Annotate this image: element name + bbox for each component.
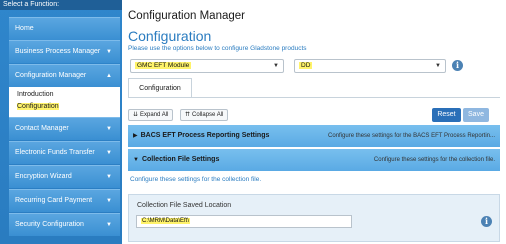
section-title: Configuration <box>128 28 212 44</box>
collapse-icon: ⇈ <box>185 112 191 118</box>
collapse-all-label: Collapse All <box>192 112 224 118</box>
sidebar: Select a Function: Home Business Process… <box>0 0 122 244</box>
panel-title: Collection File Settings <box>141 156 220 163</box>
chevron-down-icon: ▼ <box>106 126 112 132</box>
panel-title-wrap: ▼ Collection File Settings <box>133 149 219 171</box>
collapse-all-button[interactable]: ⇈ Collapse All <box>180 109 229 121</box>
chevron-down-icon: ▼ <box>133 157 139 163</box>
field-value: C:\MRM\Data\Eft\ <box>141 218 191 224</box>
module-select[interactable]: GMC EFT Module ▼ <box>130 59 284 73</box>
chevron-down-icon: ▼ <box>106 198 112 204</box>
chevron-down-icon: ▼ <box>106 150 112 156</box>
panel-title-wrap: ▶ BACS EFT Process Reporting Settings <box>133 125 269 147</box>
sidebar-item-encryption-wizard[interactable]: Encryption Wizard ▼ <box>9 165 120 188</box>
sidebar-item-label: Business Process Manager <box>15 48 101 55</box>
sidebar-item-configuration-manager[interactable]: Configuration Manager ▲ <box>9 64 120 87</box>
page-title: Configuration Manager <box>128 10 245 22</box>
panel-collection-file-settings[interactable]: ▼ Collection File Settings Configure thes… <box>128 149 500 171</box>
panel-bacs-eft-reporting[interactable]: ▶ BACS EFT Process Reporting Settings Con… <box>128 125 500 147</box>
type-select-value: DD <box>299 62 313 69</box>
expand-icon: ⇊ <box>133 112 139 118</box>
chevron-down-icon: ▼ <box>106 222 112 228</box>
sidebar-item-label: Encryption Wizard <box>15 173 72 180</box>
sidebar-item-home[interactable]: Home <box>9 17 120 40</box>
chevron-up-icon: ▲ <box>106 73 112 79</box>
sidebar-subitem-configuration[interactable]: Configuration <box>9 101 120 113</box>
expand-all-button[interactable]: ⇊ Expand All <box>128 109 174 121</box>
sidebar-item-recurring-card-payment[interactable]: Recurring Card Payment ▼ <box>9 189 120 212</box>
panel-body-text: Configure these settings for the collect… <box>130 176 262 183</box>
sidebar-item-label: Home <box>15 25 34 32</box>
collection-file-location-group: Collection File Saved Location C:\MRM\Da… <box>128 194 500 242</box>
info-icon[interactable]: i <box>452 60 463 71</box>
type-select[interactable]: DD ▼ <box>294 59 446 73</box>
chevron-right-icon: ▶ <box>133 133 138 139</box>
info-icon[interactable]: i <box>481 216 492 227</box>
field-label: Collection File Saved Location <box>137 202 232 209</box>
sidebar-item-label: Configuration Manager <box>15 72 87 79</box>
sidebar-item-contact-manager[interactable]: Contact Manager ▼ <box>9 117 120 140</box>
sidebar-item-label: Recurring Card Payment <box>15 197 93 204</box>
page-subtitle: Please use the options below to configur… <box>128 45 307 52</box>
app-window: Select a Function: Home Business Process… <box>0 0 506 244</box>
sidebar-item-label: Contact Manager <box>15 125 69 132</box>
sidebar-item-label: Security Configuration <box>15 221 84 228</box>
sidebar-submenu: Introduction Configuration <box>9 87 120 117</box>
sidebar-header: Select a Function: <box>0 0 122 10</box>
sidebar-item-business-process-manager[interactable]: Business Process Manager ▼ <box>9 40 120 63</box>
sidebar-subitem-label: Configuration <box>17 103 59 110</box>
reset-button[interactable]: Reset <box>432 108 461 122</box>
panel-description: Configure these settings for the BACS EF… <box>328 133 495 139</box>
tab-divider <box>128 97 500 98</box>
main-content: Configuration Manager Configuration Plea… <box>122 0 506 244</box>
sidebar-item-electronic-funds-transfer[interactable]: Electronic Funds Transfer ▼ <box>9 141 120 164</box>
module-select-value: GMC EFT Module <box>135 62 192 69</box>
collection-file-location-input[interactable]: C:\MRM\Data\Eft\ <box>136 215 352 228</box>
chevron-down-icon: ▼ <box>106 49 112 55</box>
sidebar-item-security-configuration[interactable]: Security Configuration ▼ <box>9 213 120 236</box>
sidebar-item-label: Electronic Funds Transfer <box>15 149 95 156</box>
tab-configuration[interactable]: Configuration <box>128 78 192 98</box>
expand-all-label: Expand All <box>140 112 169 118</box>
chevron-down-icon: ▼ <box>106 174 112 180</box>
panel-title: BACS EFT Process Reporting Settings <box>140 132 270 139</box>
chevron-down-icon: ▼ <box>435 63 441 69</box>
sidebar-subitem-introduction[interactable]: Introduction <box>9 89 120 101</box>
chevron-down-icon: ▼ <box>273 63 279 69</box>
save-button[interactable]: Save <box>463 108 489 122</box>
panel-description: Configure these settings for the collect… <box>373 157 495 163</box>
